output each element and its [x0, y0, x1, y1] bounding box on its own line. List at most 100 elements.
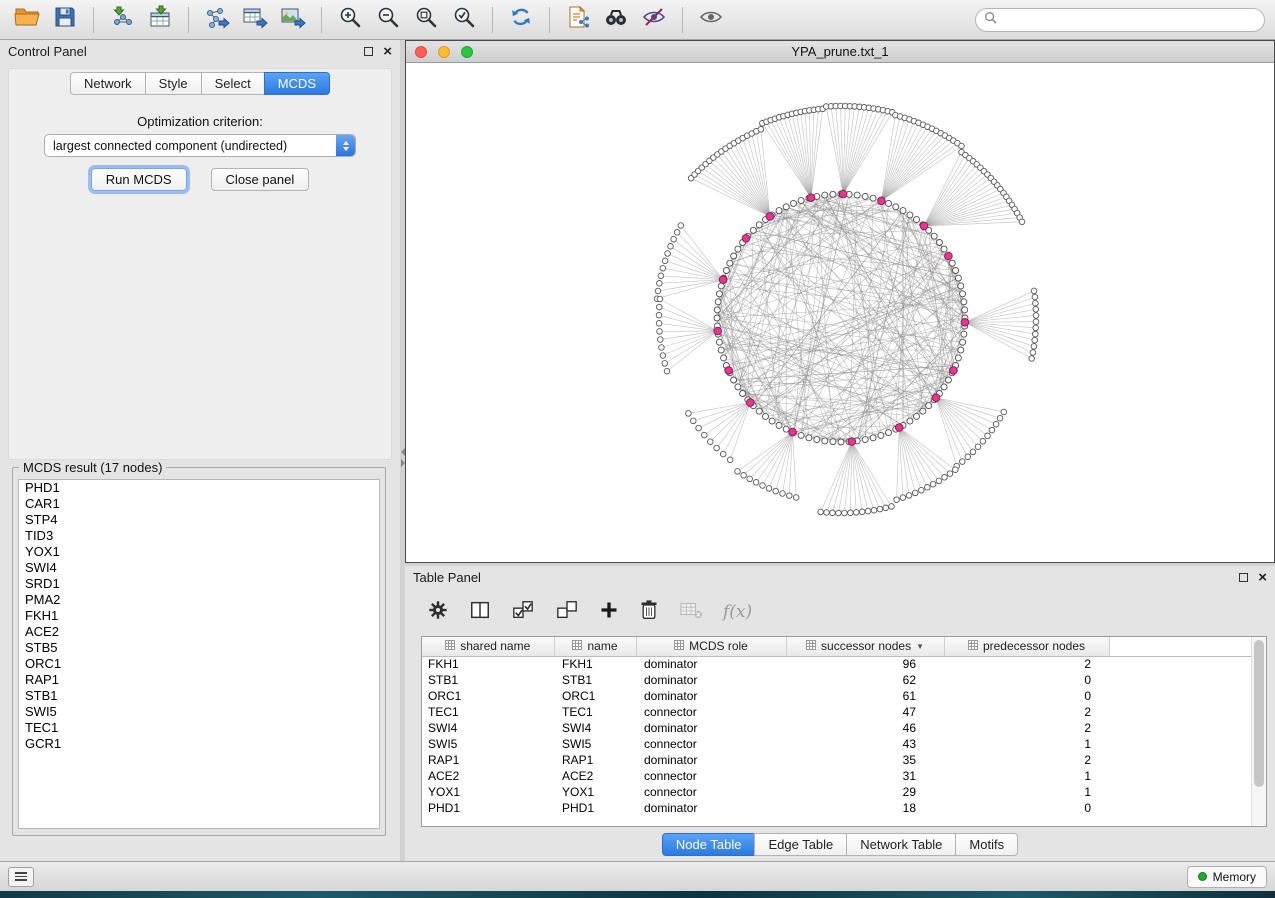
table-row[interactable]: STB1STB1dominator620	[422, 672, 1266, 688]
table-cell[interactable]: connector	[636, 704, 786, 720]
mcds-result-item[interactable]: STB5	[19, 640, 379, 656]
table-row[interactable]: YOX1YOX1connector291	[422, 784, 1266, 800]
float-table-panel-icon[interactable]	[1239, 573, 1248, 582]
open-session-button[interactable]	[10, 5, 44, 35]
column-header-shared-name[interactable]: shared name	[422, 637, 554, 656]
table-cell[interactable]: 47	[786, 704, 944, 720]
table-cell[interactable]: connector	[636, 768, 786, 784]
zoom-fit-button[interactable]	[409, 5, 443, 35]
function-builder-button[interactable]: f(x)	[723, 602, 752, 622]
import-table-button[interactable]	[143, 5, 177, 35]
table-cell[interactable]: SWI4	[554, 720, 636, 736]
table-cell[interactable]: TEC1	[422, 704, 554, 720]
float-panel-icon[interactable]	[364, 47, 373, 56]
import-network-button[interactable]	[105, 5, 139, 35]
column-header-mcds-role[interactable]: MCDS role	[636, 637, 786, 656]
column-header-successor-nodes[interactable]: successor nodes▼	[786, 637, 944, 656]
table-cell[interactable]: 96	[786, 656, 944, 672]
zoom-selected-button[interactable]	[447, 5, 481, 35]
mcds-result-item[interactable]: TEC1	[19, 720, 379, 736]
table-cell[interactable]: 2	[944, 720, 1109, 736]
tab-network-table[interactable]: Network Table	[846, 833, 956, 856]
export-network-button[interactable]	[200, 5, 234, 35]
mcds-result-item[interactable]: STB1	[19, 688, 379, 704]
mcds-result-item[interactable]: SWI5	[19, 704, 379, 720]
mcds-result-item[interactable]: CAR1	[19, 496, 379, 512]
table-cell[interactable]: STB1	[554, 672, 636, 688]
minimize-window-icon[interactable]	[438, 46, 450, 58]
mcds-result-item[interactable]: PHD1	[19, 480, 379, 496]
mcds-result-item[interactable]: ORC1	[19, 656, 379, 672]
show-glyphs-button[interactable]	[694, 5, 728, 35]
table-row[interactable]: PHD1PHD1dominator180	[422, 800, 1266, 816]
save-session-button[interactable]	[48, 5, 82, 35]
table-cell[interactable]: 2	[944, 752, 1109, 768]
table-cell[interactable]: SWI5	[422, 736, 554, 752]
close-window-icon[interactable]	[415, 46, 427, 58]
tab-node-table[interactable]: Node Table	[662, 833, 756, 856]
add-column-button[interactable]	[599, 600, 619, 625]
tab-mcds[interactable]: MCDS	[264, 72, 330, 95]
mcds-result-item[interactable]: PMA2	[19, 592, 379, 608]
table-cell[interactable]: TEC1	[554, 704, 636, 720]
network-window-titlebar[interactable]: YPA_prune.txt_1	[406, 41, 1274, 63]
table-cell[interactable]: 1	[944, 736, 1109, 752]
table-cell[interactable]: ACE2	[554, 768, 636, 784]
table-row[interactable]: ORC1ORC1dominator610	[422, 688, 1266, 704]
refresh-button[interactable]	[504, 5, 538, 35]
mcds-result-item[interactable]: SRD1	[19, 576, 379, 592]
table-cell[interactable]: 61	[786, 688, 944, 704]
table-cell[interactable]: dominator	[636, 672, 786, 688]
search-network-button[interactable]	[599, 5, 633, 35]
table-cell[interactable]: dominator	[636, 656, 786, 672]
scrollbar-thumb[interactable]	[1254, 640, 1264, 787]
table-row[interactable]: FKH1FKH1dominator962	[422, 656, 1266, 672]
unselect-all-button[interactable]	[555, 599, 579, 626]
memory-button[interactable]: Memory	[1187, 866, 1267, 888]
table-cell[interactable]: 2	[944, 656, 1109, 672]
tab-network[interactable]: Network	[70, 72, 146, 95]
table-cell[interactable]: SWI5	[554, 736, 636, 752]
tab-motifs[interactable]: Motifs	[955, 833, 1018, 856]
table-cell[interactable]: 35	[786, 752, 944, 768]
search-input[interactable]	[1003, 13, 1256, 27]
table-cell[interactable]: dominator	[636, 800, 786, 816]
share-document-button[interactable]	[561, 5, 595, 35]
table-cell[interactable]: connector	[636, 784, 786, 800]
table-row[interactable]: ACE2ACE2connector311	[422, 768, 1266, 784]
task-history-button[interactable]	[8, 867, 34, 887]
mcds-result-item[interactable]: ACE2	[19, 624, 379, 640]
table-cell[interactable]: YOX1	[422, 784, 554, 800]
table-cell[interactable]: ACE2	[422, 768, 554, 784]
table-cell[interactable]: YOX1	[554, 784, 636, 800]
delete-table-button[interactable]	[679, 599, 703, 626]
table-cell[interactable]: 43	[786, 736, 944, 752]
table-cell[interactable]: 0	[944, 672, 1109, 688]
zoom-out-button[interactable]	[371, 5, 405, 35]
export-image-button[interactable]	[276, 5, 310, 35]
network-canvas[interactable]	[406, 63, 1274, 562]
mcds-result-item[interactable]: YOX1	[19, 544, 379, 560]
export-table-button[interactable]	[238, 5, 272, 35]
table-cell[interactable]: connector	[636, 736, 786, 752]
table-scrollbar[interactable]	[1251, 637, 1266, 826]
table-cell[interactable]: 46	[786, 720, 944, 736]
table-row[interactable]: SWI4SWI4dominator462	[422, 720, 1266, 736]
table-cell[interactable]: 1	[944, 768, 1109, 784]
table-cell[interactable]: 0	[944, 688, 1109, 704]
table-cell[interactable]: dominator	[636, 688, 786, 704]
table-cell[interactable]: 2	[944, 704, 1109, 720]
column-header-name[interactable]: name	[554, 637, 636, 656]
table-cell[interactable]: ORC1	[422, 688, 554, 704]
table-row[interactable]: RAP1RAP1dominator352	[422, 752, 1266, 768]
show-columns-button[interactable]	[469, 599, 491, 626]
close-panel-button[interactable]: Close panel	[211, 168, 310, 191]
delete-column-button[interactable]	[639, 599, 659, 626]
table-cell[interactable]: dominator	[636, 752, 786, 768]
table-cell[interactable]: STB1	[422, 672, 554, 688]
sort-dropdown-icon[interactable]: ▼	[916, 642, 924, 651]
close-panel-icon[interactable]: ×	[383, 44, 392, 59]
table-cell[interactable]: SWI4	[422, 720, 554, 736]
table-cell[interactable]: FKH1	[422, 656, 554, 672]
table-cell[interactable]: 0	[944, 800, 1109, 816]
